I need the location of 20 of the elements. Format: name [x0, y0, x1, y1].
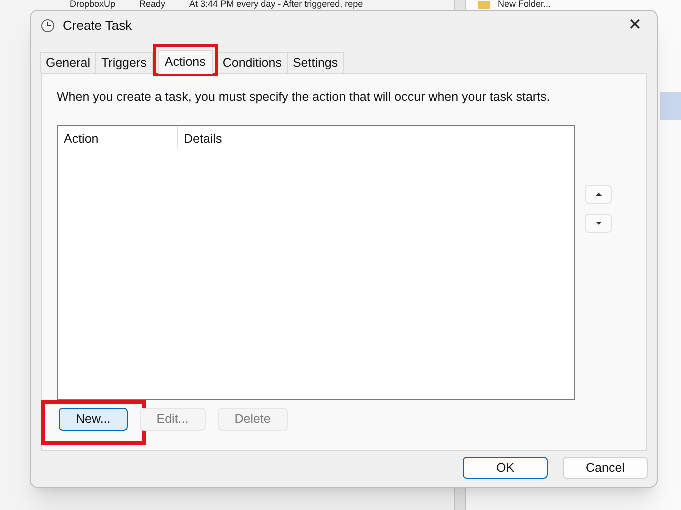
move-down-button[interactable] [585, 214, 612, 233]
dialog-button[interactable]: OK [463, 457, 548, 479]
tab[interactable]: General [40, 52, 96, 73]
action-button[interactable]: New... [59, 408, 128, 431]
down-triangle-icon [596, 222, 602, 225]
clock-icon [41, 19, 55, 33]
tab[interactable]: Settings [286, 52, 344, 73]
tab[interactable]: Actions [158, 50, 213, 74]
task-cell: At 3:44 PM every day - After triggered, repe [190, 0, 364, 9]
selected-row-background [660, 92, 681, 120]
close-button[interactable]: ✕ [623, 14, 647, 38]
description-text: When you create a task, you must specify the action that will occur when your task starts. [57, 89, 552, 106]
folder-name: New Folder... [498, 0, 552, 9]
window-title: Create Task [63, 17, 132, 36]
dialog-button[interactable]: Cancel [563, 457, 648, 479]
task-cell: Ready [140, 0, 166, 9]
task-cell: DropboxUp [70, 0, 116, 9]
move-up-button[interactable] [585, 184, 612, 204]
up-triangle-icon [596, 192, 602, 196]
tab[interactable]: Triggers [95, 52, 153, 73]
